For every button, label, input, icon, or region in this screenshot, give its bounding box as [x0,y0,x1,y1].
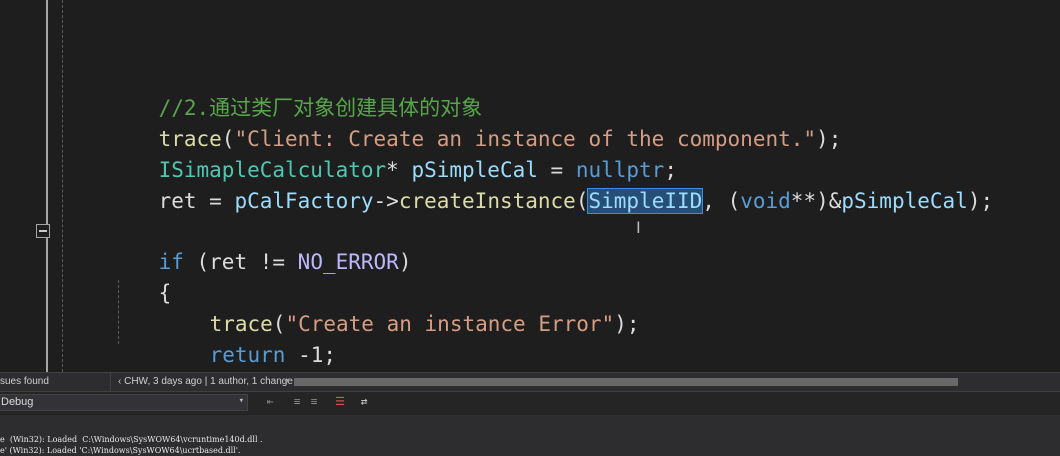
punctuation: ); [967,189,994,213]
output-source-dropdown[interactable]: Debug ▾ [0,394,248,411]
word-wrap-icon[interactable]: ⇄ [357,395,371,409]
editor-status-bar: sues found ‹ CHW, 3 days ago | 1 author,… [0,372,1060,391]
scroll-left-icon[interactable]: ◂ [284,375,289,386]
clear-all-icon[interactable]: ☰ [333,395,347,409]
variable-name: pSimpleCal [841,189,968,213]
code-line-trace-error: trace("Create an instance Error"); [159,279,640,336]
punctuation: (ret != [183,250,298,274]
variable-name: pCalFactory [234,189,374,213]
status-separator [110,373,111,391]
find-icon[interactable]: ⇤ [263,395,277,409]
function-name: createInstance [398,189,576,213]
plain-text: -1; [285,343,337,367]
chevron-down-icon: ▾ [238,396,244,406]
punctuation: ) [398,250,412,274]
collapse-icon[interactable] [36,224,50,238]
codelens-text: CHW, 3 days ago | 1 author, 1 change [124,376,293,387]
punctuation: ); [614,312,640,336]
next-message-icon[interactable]: ≡ [307,395,321,409]
macro-name: NO_ERROR [297,250,399,274]
output-pane[interactable]: e (Win32): Loaded C:\Windows\SysWOW64\vc… [0,415,1060,456]
code-line-brace-close: } [108,340,171,370]
punctuation: , ( [702,189,741,213]
plain-text: ret = [158,189,235,213]
code-line-create-instance: ret = pCalFactory->createInstance(Simple… [108,156,993,214]
code-editor[interactable]: //2.通过类厂对象创建具体的对象 trace("Client: Create … [0,0,1060,372]
code-line-trace-client: trace("Client: Create an instance of the… [108,94,842,151]
code-line-if: if (ret != NO_ERROR) [108,217,412,274]
keyword: return [209,343,286,367]
text-cursor-icon: I [636,218,641,237]
punctuation: -> [373,189,399,213]
selected-text[interactable]: SimpleIID [587,188,704,214]
keyword: void [740,189,791,213]
output-line: e (Win32): Loaded C:\Windows\SysWOW64\vc… [0,435,263,444]
punctuation: ); [816,127,842,151]
code-line-declaration: ISimapleCalculator* pSimpleCal = nullptr… [108,125,677,182]
issues-indicator[interactable]: sues found [0,376,49,387]
breakpoint-margin [46,0,48,372]
code-line-brace-open: { [108,248,172,305]
output-source-value: Debug [1,396,34,408]
punctuation: **)& [790,189,842,213]
codelens-info[interactable]: ‹ CHW, 3 days ago | 1 author, 1 change [118,376,293,387]
output-line: e' (Win32): Loaded 'C:\Windows\SysWOW64\… [0,446,241,455]
prev-message-icon[interactable]: ≡ [290,395,304,409]
punctuation: ( [575,189,589,213]
horizontal-scrollbar[interactable] [294,378,958,386]
outline-guide [62,0,63,372]
output-toolbar: Debug ▾ ⇤ ≡ ≡ ☰ ⇄ [0,391,1060,415]
code-line-comment: //2.通过类厂对象创建具体的对象 [108,63,483,120]
code-line-return: return -1; [159,310,336,367]
